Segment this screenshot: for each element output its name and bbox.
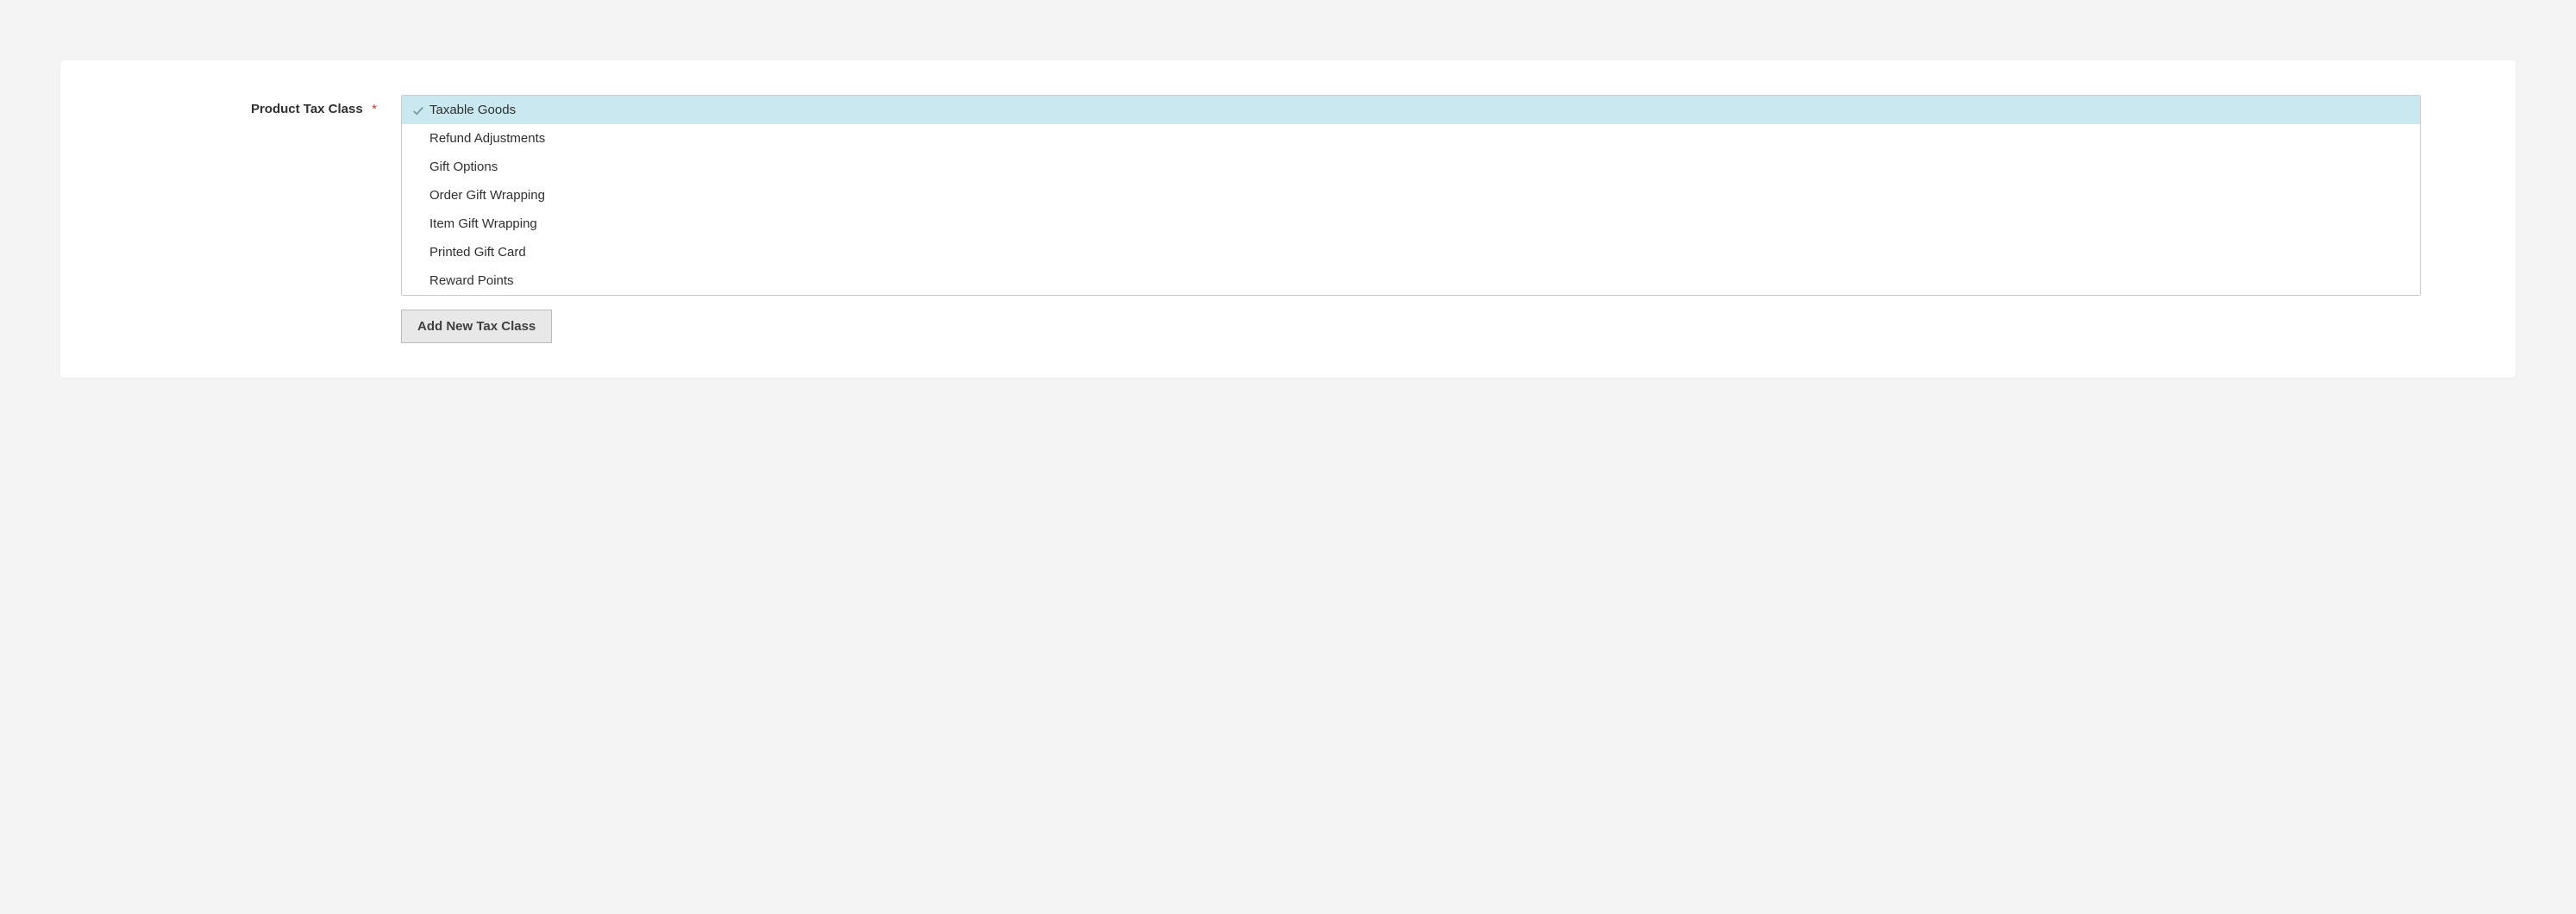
label-column: Product Tax Class * (155, 95, 401, 117)
option-label: Reward Points (429, 273, 514, 288)
option-label: Taxable Goods (429, 103, 516, 117)
product-tax-class-label: Product Tax Class (251, 102, 363, 116)
listbox-option-item-gift-wrapping[interactable]: Item Gift Wrapping (402, 210, 2420, 238)
option-label: Item Gift Wrapping (429, 216, 537, 231)
listbox-option-refund-adjustments[interactable]: Refund Adjustments (402, 124, 2420, 153)
field-column: Taxable Goods Refund Adjustments Gift Op… (401, 95, 2421, 343)
button-row: Add New Tax Class (401, 310, 2421, 343)
product-tax-class-listbox[interactable]: Taxable Goods Refund Adjustments Gift Op… (401, 95, 2421, 296)
listbox-option-taxable-goods[interactable]: Taxable Goods (402, 96, 2420, 124)
product-tax-class-row: Product Tax Class * Taxable Goods Refund… (155, 95, 2421, 343)
option-label: Order Gift Wrapping (429, 188, 545, 203)
option-label: Printed Gift Card (429, 245, 526, 260)
listbox-option-order-gift-wrapping[interactable]: Order Gift Wrapping (402, 181, 2420, 210)
add-new-tax-class-button[interactable]: Add New Tax Class (401, 310, 552, 343)
option-label: Gift Options (429, 160, 498, 174)
listbox-option-reward-points[interactable]: Reward Points (402, 266, 2420, 295)
option-label: Refund Adjustments (429, 131, 545, 146)
check-icon (412, 104, 424, 116)
form-card: Product Tax Class * Taxable Goods Refund… (60, 60, 2516, 378)
required-indicator: * (372, 102, 377, 116)
listbox-option-gift-options[interactable]: Gift Options (402, 153, 2420, 181)
listbox-option-printed-gift-card[interactable]: Printed Gift Card (402, 238, 2420, 266)
